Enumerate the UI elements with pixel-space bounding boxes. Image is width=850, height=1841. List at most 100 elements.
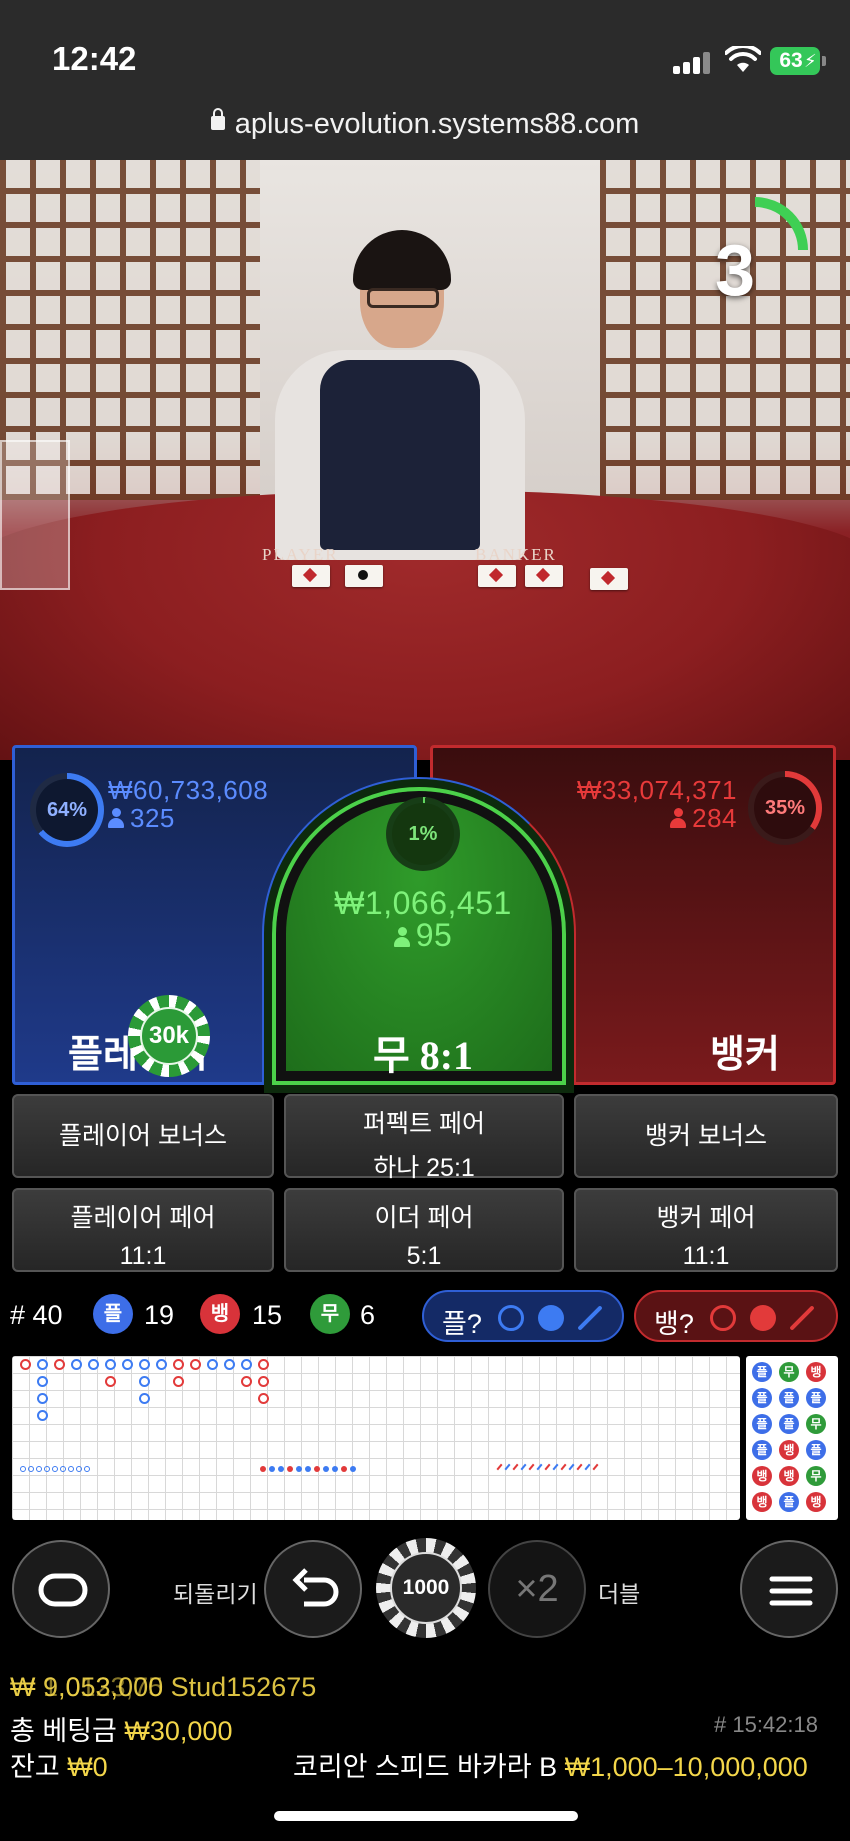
big-road-mark [258, 1359, 269, 1370]
url-text: aplus-evolution.systems88.com [234, 108, 640, 140]
derived-road-mark [323, 1466, 329, 1472]
bead-road-result: 플 [779, 1492, 799, 1512]
derived-road-mark [314, 1466, 320, 1472]
player-wins: 19 [144, 1300, 175, 1330]
player-predict-button[interactable]: 플? [422, 1290, 624, 1342]
tie-bettor-count: 95 [272, 917, 574, 954]
big-road-mark [54, 1359, 65, 1370]
placed-chip[interactable]: 30k [128, 995, 210, 1077]
player-total-amount: ₩60,733,608 [108, 775, 269, 805]
table-name: 코리안 스피드 바카라 B [293, 1752, 558, 1782]
chip-selector[interactable]: 1000 [376, 1538, 476, 1638]
bead-road[interactable]: 플무뱅플플플플플무플뱅플뱅뱅무뱅플뱅 [746, 1356, 838, 1520]
banker-predict-button[interactable]: 뱅? [634, 1290, 838, 1342]
derived-road-mark [528, 1463, 535, 1471]
clock: 12:42 [52, 40, 137, 77]
banker-bonus-button[interactable]: 뱅커 보너스 [574, 1094, 838, 1178]
bead-road-result: 무 [779, 1362, 799, 1382]
big-road-mark [37, 1376, 48, 1387]
table-icon [38, 1573, 88, 1607]
playing-card [292, 565, 330, 587]
derived-road-mark [496, 1463, 503, 1471]
player-pair-label: 플레이어 페어 [70, 1204, 216, 1232]
big-road-mark [224, 1359, 235, 1370]
double-symbol: ×2 [515, 1568, 559, 1610]
big-road-mark [105, 1376, 116, 1387]
wifi-icon [725, 46, 761, 72]
double-label: 더블 [598, 1581, 641, 1607]
cockroach-slash-icon [577, 1305, 603, 1331]
derived-road-mark [52, 1466, 58, 1472]
tie-dot: 무 [310, 1294, 350, 1334]
double-button[interactable]: ×2 [488, 1540, 586, 1638]
scoreboard-roads[interactable] [12, 1356, 740, 1520]
derived-road-mark [44, 1466, 50, 1472]
big-road-mark [258, 1393, 269, 1404]
either-pair-payout: 5:1 [406, 1242, 442, 1270]
live-video[interactable]: PLAYER BANKER 3 [0, 160, 850, 760]
menu-button[interactable] [740, 1540, 838, 1638]
cockroach-slash-icon [789, 1305, 815, 1331]
derived-road-mark [36, 1466, 42, 1472]
cellular-signal-icon [673, 50, 713, 74]
big-road-mark [207, 1359, 218, 1370]
derived-road-mark [84, 1466, 90, 1472]
big-road-mark [241, 1359, 252, 1370]
undo-button[interactable] [264, 1540, 362, 1638]
either-pair-label: 이더 페어 [374, 1204, 474, 1232]
playing-card [525, 565, 563, 587]
derived-road-mark [278, 1466, 284, 1472]
derived-road-mark [260, 1466, 266, 1472]
person-icon [670, 808, 687, 828]
derived-road-mark [592, 1463, 599, 1471]
round-number: # 40 [10, 1300, 63, 1330]
banker-percent-ring: 35% [748, 771, 822, 845]
undo-icon [292, 1568, 339, 1607]
bead-road-result: 무 [806, 1414, 826, 1434]
derived-road-mark [512, 1463, 519, 1471]
total-bet-value: ₩30,000 [124, 1716, 233, 1746]
banker-pair-button[interactable]: 뱅커 페어 11:1 [574, 1188, 838, 1272]
either-pair-button[interactable]: 이더 페어 5:1 [284, 1188, 564, 1272]
card-discard-box [0, 440, 70, 590]
playing-card [478, 565, 516, 587]
banker-wins: 15 [252, 1300, 283, 1330]
battery-tip [822, 56, 826, 66]
balance: 잔고 ₩0 [10, 1745, 108, 1784]
tie-count-value: 95 [415, 917, 453, 953]
derived-road-mark [536, 1463, 543, 1471]
selected-chip-value: 1000 [390, 1552, 462, 1624]
big-eye-ring-icon [498, 1305, 524, 1331]
banker-bonus-label: 뱅커 보너스 [645, 1122, 767, 1150]
stats-row: # 40 플 19 뱅 15 무 6 플? 뱅? [0, 1290, 850, 1342]
player-pair-button[interactable]: 플레이어 페어 11:1 [12, 1188, 274, 1272]
address-bar[interactable]: aplus-evolution.systems88.com [0, 108, 850, 141]
big-road-mark [20, 1359, 31, 1370]
big-road-mark [122, 1359, 133, 1370]
felt-banker-label: BANKER [475, 545, 557, 564]
player-bonus-button[interactable]: 플레이어 보너스 [12, 1094, 274, 1178]
player-predict-label: 플? [442, 1309, 482, 1339]
big-road-mark [139, 1359, 150, 1370]
total-bet: 총 베팅금 ₩30,000 [10, 1709, 232, 1748]
bead-road-result: 뱅 [806, 1362, 826, 1382]
player-percent: 64% [36, 779, 98, 841]
player-bettor-count: 325 [108, 803, 175, 834]
tie-wins: 6 [360, 1300, 376, 1330]
playing-card [345, 565, 383, 587]
player-count-value: 325 [130, 803, 175, 833]
big-road-mark [37, 1393, 48, 1404]
derived-road-mark [350, 1466, 356, 1472]
banker-percent: 35% [754, 777, 816, 839]
small-road-dot-icon [538, 1305, 564, 1331]
derived-road-mark [341, 1466, 347, 1472]
perfect-pair-payout: 하나 25:1 [373, 1154, 475, 1182]
home-indicator[interactable] [274, 1811, 578, 1821]
bead-road-result: 뱅 [752, 1466, 772, 1486]
lobby-button[interactable] [12, 1540, 110, 1638]
perfect-pair-button[interactable]: 퍼펙트 페어 하나 25:1 [284, 1094, 564, 1182]
big-road-mark [71, 1359, 82, 1370]
big-road-mark [173, 1376, 184, 1387]
derived-road-mark [20, 1466, 26, 1472]
bead-road-result: 플 [752, 1388, 772, 1408]
